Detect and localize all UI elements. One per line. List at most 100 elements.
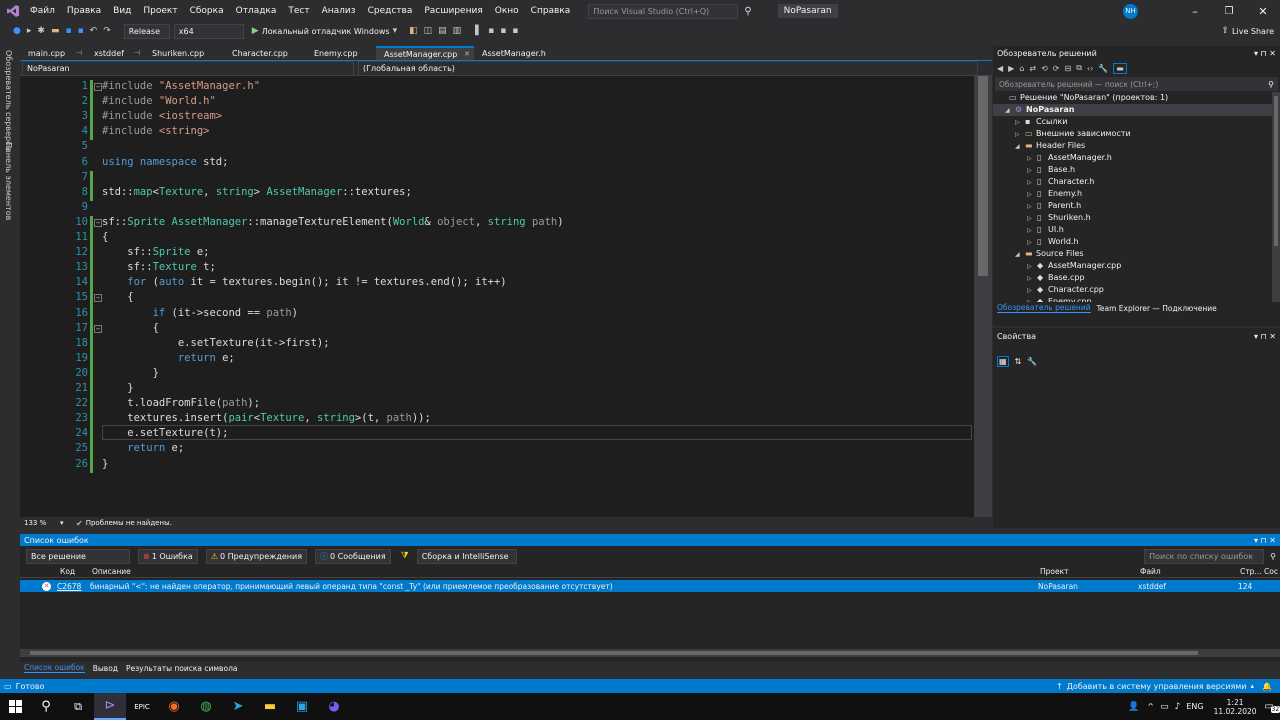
history-icon[interactable]: ⟲ [1041,64,1048,73]
document-tab[interactable]: main.cpp ⊣ [20,46,86,61]
code-line[interactable]: #include "World.h" [102,95,216,107]
home-icon[interactable]: ⌂ [1019,64,1024,73]
tree-item[interactable]: ▷ ▯ Parent.h [993,200,1273,212]
live-share-icon[interactable]: ⇪ [1221,26,1229,36]
clock[interactable]: 1:21 11.02.2020 [1214,698,1257,716]
toolbox-tab[interactable]: Панель элементов [4,142,13,220]
fold-toggle-icon[interactable]: − [94,218,102,227]
tray-chevron-icon[interactable]: ^ [1147,702,1154,711]
save-icon[interactable]: ▪ [62,26,74,36]
code-editor[interactable]: 1 #include "AssetManager.h" 2 #include "Wor… [20,76,992,517]
toolbar-icon-c[interactable]: ▤ [435,26,450,36]
code-line[interactable]: } [102,367,159,379]
errlist-search[interactable]: Поиск по списку ошибок [1144,548,1265,564]
toolbar-icon-b[interactable]: ◫ [421,26,436,36]
chrome-icon[interactable]: ◍ [190,693,222,720]
menu-item[interactable]: Файл [24,0,61,22]
redo-icon[interactable]: ↷ [100,26,114,36]
error-row[interactable]: ✕ C2678 бинарный "<": не найден оператор… [20,580,1280,592]
tree-item[interactable]: ▷◆ Enemy.cpp [993,296,1273,302]
toolbar-icon-g[interactable]: ▪ [509,26,521,36]
col-line[interactable]: Стр... [1240,567,1262,576]
toolbar-icon-d[interactable]: ▥ [450,26,465,36]
menu-item[interactable]: Справка [525,0,577,22]
code-line[interactable]: { [102,291,133,303]
zoom-level[interactable]: 133 % [24,519,60,527]
tree-item[interactable]: ▷ ▯ World.h [993,236,1273,248]
tree-item[interactable]: ▷ ▯ UI.h [993,224,1273,236]
global-scope-dropdown[interactable]: (Глобальная область) [358,60,978,76]
build-filter-dropdown[interactable]: Сборка и IntelliSense [416,548,517,564]
filter-icon[interactable]: ⧩ [401,551,409,561]
debugger-dropdown-icon[interactable]: ▾ [390,26,401,36]
code-view-icon[interactable]: ‹› [1087,64,1093,73]
menu-item[interactable]: Тест [282,0,315,22]
menu-item[interactable]: Правка [61,0,107,22]
errlist-hscrollbar[interactable] [20,649,1280,657]
menu-item[interactable]: Окно [489,0,525,22]
user-avatar[interactable]: NH [1123,3,1138,19]
document-tab[interactable]: AssetManager.h [474,46,546,61]
config-dropdown[interactable]: Release [123,23,170,39]
document-tab[interactable]: Enemy.cpp [306,46,376,61]
code-line[interactable]: textures.insert(pair<Texture, string>(t,… [102,412,431,424]
toolbar-icon-e[interactable]: ▪ [485,26,497,36]
search-icon[interactable]: ⚲ [744,6,751,17]
h-scroll-thumb[interactable] [30,651,1198,655]
preview-icon[interactable]: ▬ [1113,62,1127,74]
pin-tab-icon[interactable]: ⊣ [134,46,140,61]
add-to-source-control[interactable]: Добавить в систему управления версиями [1067,682,1247,691]
menu-item[interactable]: Анализ [316,0,362,22]
toolbar-icon-f[interactable]: ▪ [497,26,509,36]
bottom-tab[interactable]: Результаты поиска символа [126,664,237,673]
menu-item[interactable]: Проект [137,0,183,22]
props-pages-icon[interactable]: 🔧 [1027,357,1037,366]
code-line[interactable]: return e; [102,442,184,454]
new-project-icon[interactable]: ✱ [34,26,48,36]
open-icon[interactable]: ▬ [48,26,63,36]
sol-forward-icon[interactable]: ▶ [1008,64,1014,73]
col-state[interactable]: Сос [1264,567,1278,576]
visual-studio-taskbar-icon[interactable]: ⊳ [94,693,126,720]
code-line[interactable]: { [102,322,159,334]
sol-back-icon[interactable]: ◀ [997,64,1003,73]
code-line[interactable]: #include <iostream> [102,110,222,122]
tree-item[interactable]: ▭ Решение "NoPasaran" (проектов: 1) [993,92,1273,104]
user-tray-icon[interactable]: 👤 [1128,702,1139,712]
solution-search[interactable]: Обозреватель решений — поиск (Ctrl+;) ⚲ [995,77,1278,91]
save-all-icon[interactable]: ▪ [75,26,87,36]
code-line[interactable]: std::map<Texture, string> AssetManager::… [102,186,412,198]
collapse-icon[interactable]: ⊟ [1065,64,1072,73]
props-window-controls[interactable]: ▾ ⊓ ✕ [1254,332,1276,341]
menu-item[interactable]: Сборка [184,0,230,22]
menu-item[interactable]: Вид [107,0,137,22]
tree-item[interactable]: ▷ ▯ Base.h [993,164,1273,176]
file-explorer-icon[interactable]: ▬ [254,693,286,720]
code-line[interactable]: using namespace std; [102,156,228,168]
fold-toggle-icon[interactable]: − [94,324,102,333]
document-tab[interactable]: AssetManager.cpp ✕ [376,46,474,61]
code-line[interactable]: t.loadFromFile(path); [102,397,260,409]
server-explorer-tab[interactable]: Обозреватель серверов [4,50,13,151]
alphabetical-icon[interactable]: ⇅ [1015,357,1022,366]
project-scope-dropdown[interactable]: NoPasaran [22,60,354,76]
code-line[interactable]: } [102,382,133,394]
origin-icon[interactable]: ◉ [158,693,190,720]
maximize-button[interactable]: ❐ [1212,6,1246,17]
warnings-filter-button[interactable]: ⚠ 0 Предупреждения [205,548,308,564]
tree-item[interactable]: ▷ ◆ Character.cpp [993,284,1273,296]
col-project[interactable]: Проект [1040,567,1069,576]
tree-item[interactable]: ▷ ◆ AssetManager.cpp [993,260,1273,272]
messages-filter-button[interactable]: ⓘ 0 Сообщения [315,548,391,564]
menu-item[interactable]: Расширения [418,0,488,22]
viber-icon[interactable]: ◕ [318,693,350,720]
live-share-button[interactable]: Live Share [1232,27,1274,36]
vcs-dropdown-icon[interactable]: ▴ [1251,682,1255,690]
code-line[interactable]: } [102,458,108,470]
document-tab[interactable]: xstddef ⊣ [86,46,144,61]
code-line[interactable]: return e; [102,352,235,364]
tree-item[interactable]: ◢ ▬ Source Files [993,248,1273,260]
tree-scrollbar[interactable] [1272,92,1280,302]
col-desc[interactable]: Описание [92,567,131,576]
fold-toggle-icon[interactable]: − [94,294,102,303]
